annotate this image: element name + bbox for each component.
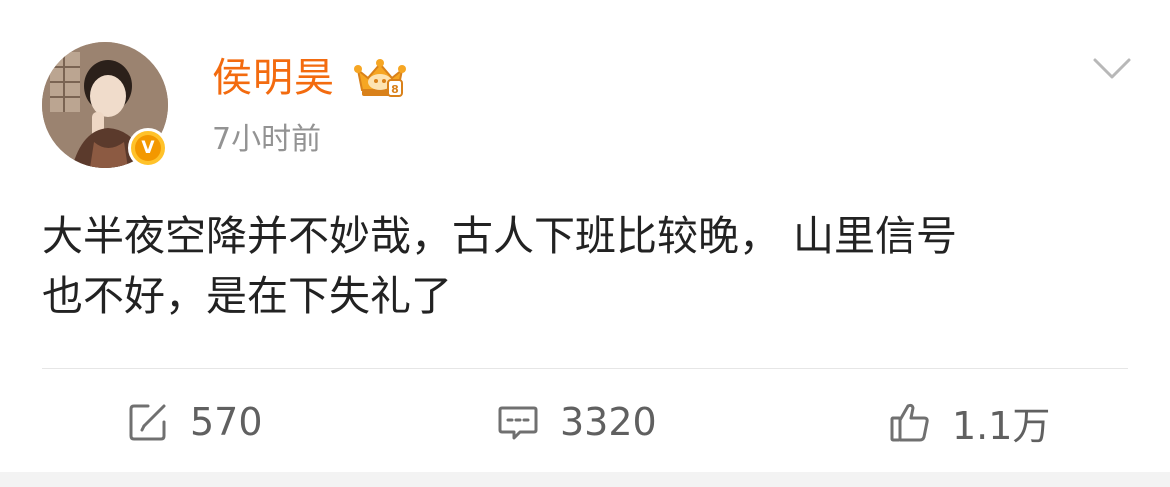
weibo-post-card: V 侯明昊 8 7小时前 大半夜空降并不妙哉，古人下班比较晚， 山里信号 也不好… <box>0 0 1170 487</box>
like-button[interactable]: 1.1万 <box>888 396 1050 448</box>
verified-v-icon: V <box>135 135 161 161</box>
actions-divider <box>42 368 1128 369</box>
post-text-line-2: 也不好，是在下失礼了 <box>42 272 452 320</box>
comment-count: 3320 <box>560 400 657 444</box>
post-timestamp: 7小时前 <box>212 122 322 157</box>
share-icon <box>126 400 170 444</box>
post-text-line-1: 大半夜空降并不妙哉，古人下班比较晚， 山里信号 <box>42 212 958 260</box>
verified-badge: V <box>128 128 168 168</box>
repost-button[interactable]: 570 <box>126 396 263 448</box>
thumbs-up-icon <box>888 400 932 444</box>
repost-count: 570 <box>190 400 263 444</box>
svg-text:8: 8 <box>391 83 399 96</box>
author-avatar[interactable]: V <box>42 42 168 168</box>
comment-icon <box>496 400 540 444</box>
chevron-down-icon[interactable] <box>1092 56 1132 82</box>
comment-button[interactable]: 3320 <box>496 396 657 448</box>
author-name[interactable]: 侯明昊 <box>212 52 335 104</box>
crown-member-icon[interactable]: 8 <box>352 56 408 100</box>
post-content: 大半夜空降并不妙哉，古人下班比较晚， 山里信号 也不好，是在下失礼了 <box>42 206 1132 326</box>
like-count: 1.1万 <box>952 403 1051 448</box>
card-bottom-separator <box>0 472 1170 487</box>
